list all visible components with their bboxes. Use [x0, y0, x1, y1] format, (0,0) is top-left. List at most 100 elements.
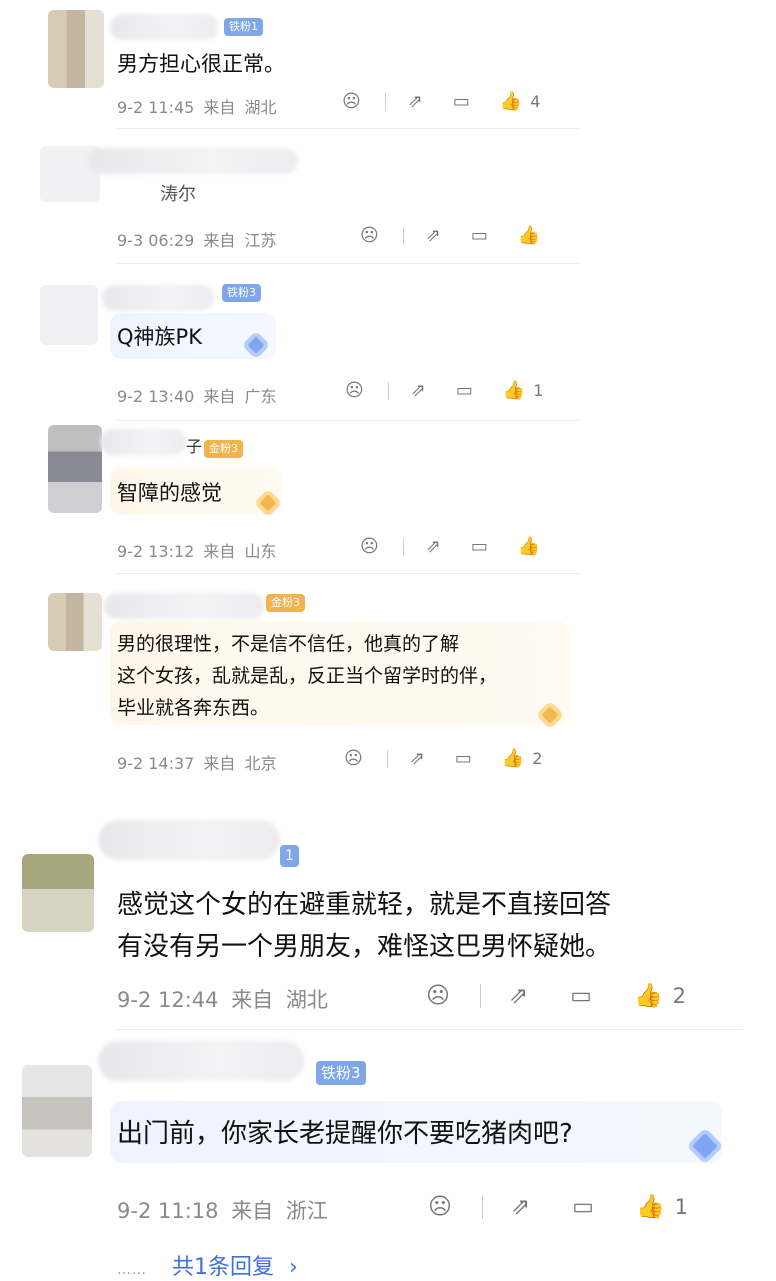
frown-face-icon[interactable]: ☹ — [344, 748, 363, 769]
avatar[interactable] — [48, 10, 104, 88]
share-icon[interactable]: ⇗ — [411, 380, 426, 401]
share-icon[interactable]: ⇗ — [410, 748, 425, 769]
avatar[interactable] — [40, 285, 98, 345]
comment-date: 9-2 13:40 — [117, 387, 195, 406]
comment-text: Q神族PK — [117, 325, 202, 349]
comment-text-line-1: 感觉这个女的在避重就轻，就是不直接回答 — [117, 890, 612, 920]
comment-meta: 9-2 11:45 来自 湖北 — [117, 94, 277, 118]
action-bar: ☹ ⇗ ▭ 👍 2 — [344, 748, 542, 769]
comment-text-line-2: 这个女孩，乱就是乱，反正当个留学时的伴， — [117, 665, 498, 687]
comment-date: 9-2 11:18 — [117, 1199, 219, 1223]
comment-icon[interactable]: ▭ — [572, 1194, 594, 1220]
thumbs-up-icon[interactable]: 👍 — [518, 225, 540, 246]
username-blurred[interactable] — [102, 285, 214, 311]
fan-badge: 铁粉1 — [224, 18, 263, 36]
share-icon[interactable]: ⇗ — [509, 983, 528, 1009]
from-label: 来自 — [231, 988, 274, 1012]
fan-badge: 1 — [280, 845, 299, 867]
comment-meta: 9-2 13:40 来自 广东 — [117, 383, 277, 407]
fan-badge: 金粉3 — [204, 440, 243, 458]
dots: …… — [117, 1262, 147, 1278]
divider — [402, 226, 404, 245]
comment-divider — [117, 420, 579, 421]
username-blurred[interactable] — [98, 820, 280, 860]
username-blurred[interactable] — [88, 148, 298, 174]
comment-date: 9-2 14:37 — [117, 754, 195, 773]
from-label: 来自 — [203, 231, 236, 250]
view-replies-label: 共1条回复 — [172, 1255, 274, 1280]
fan-badge: 铁粉3 — [316, 1061, 366, 1085]
avatar[interactable] — [48, 593, 102, 651]
action-bar: ☹ ⇗ ▭ 👍 — [360, 225, 540, 246]
comment-4: 子 金粉3 智障的感觉 9-2 13:12 来自 山东 ☹ ⇗ ▭ 👍 — [0, 423, 776, 575]
thumbs-up-icon[interactable]: 👍 — [502, 748, 524, 769]
thumbs-up-icon[interactable]: 👍 — [500, 91, 522, 112]
username-blurred[interactable] — [110, 14, 218, 40]
share-icon[interactable]: ⇗ — [426, 225, 441, 246]
comment-meta: 9-2 14:37 来自 北京 — [117, 750, 277, 774]
comment-divider — [117, 128, 579, 129]
like-count: 2 — [672, 983, 687, 1008]
frown-face-icon[interactable]: ☹ — [345, 380, 364, 401]
thumbs-up-icon[interactable]: 👍 — [636, 1193, 665, 1220]
thumbs-up-icon[interactable]: 👍 — [518, 536, 540, 557]
share-icon[interactable]: ⇗ — [426, 536, 441, 557]
action-bar: ☹ ⇗ ▭ 👍 4 — [342, 91, 540, 112]
action-bar: ☹ ⇗ ▭ 👍 1 — [428, 1193, 689, 1221]
username-blurred[interactable] — [100, 429, 186, 455]
divider — [384, 92, 386, 111]
comment-icon[interactable]: ▭ — [471, 225, 488, 246]
avatar[interactable] — [22, 1065, 92, 1157]
avatar[interactable] — [48, 425, 102, 513]
thumbs-up-icon[interactable]: 👍 — [503, 380, 525, 401]
divider — [402, 537, 404, 556]
like-count: 1 — [674, 1194, 689, 1219]
frown-face-icon[interactable]: ☹ — [360, 225, 379, 246]
region: 广东 — [244, 387, 277, 406]
comment-meta: 9-2 13:12 来自 山东 — [117, 538, 277, 562]
frown-face-icon[interactable]: ☹ — [342, 91, 361, 112]
username-blurred[interactable] — [98, 1041, 304, 1081]
comment-text-line-1: 男的很理性，不是信不信任，他真的了解 — [117, 633, 460, 655]
action-bar: ☹ ⇗ ▭ 👍 1 — [345, 380, 543, 401]
frown-face-icon[interactable]: ☹ — [360, 536, 379, 557]
divider — [386, 749, 388, 768]
fan-badge: 金粉3 — [266, 594, 305, 612]
divider — [481, 1194, 483, 1219]
comment-text: 男方担心很正常。 — [117, 52, 285, 76]
comment-1: 铁粉1 男方担心很正常。 9-2 11:45 来自 湖北 ☹ ⇗ ▭ 👍 4 — [0, 0, 776, 130]
comment-icon[interactable]: ▭ — [455, 748, 472, 769]
comment-icon[interactable]: ▭ — [471, 536, 488, 557]
comment-icon[interactable]: ▭ — [570, 983, 592, 1009]
comment-divider — [117, 263, 579, 264]
share-icon[interactable]: ⇗ — [511, 1194, 530, 1220]
from-label: 来自 — [231, 1199, 274, 1223]
frown-face-icon[interactable]: ☹ — [428, 1194, 452, 1220]
comment-3: 铁粉3 Q神族PK 9-2 13:40 来自 广东 ☹ ⇗ ▭ 👍 1 — [0, 275, 776, 423]
comment-text: 出门前，你家长老提醒你不要吃猪肉吧? — [117, 1119, 573, 1149]
region: 浙江 — [285, 1199, 328, 1223]
username-fragment: 子 — [186, 437, 203, 456]
divider — [387, 381, 389, 400]
comment-text: 智障的感觉 — [117, 481, 222, 505]
comment-2: 涛尔 9-3 06:29 来自 江苏 ☹ ⇗ ▭ 👍 — [0, 130, 776, 275]
comment-date: 9-2 11:45 — [117, 98, 195, 117]
view-replies-link[interactable]: …… 共1条回复 › — [117, 1249, 298, 1281]
username-blurred[interactable] — [104, 593, 264, 619]
comment-icon[interactable]: ▭ — [453, 91, 470, 112]
from-label: 来自 — [203, 98, 236, 117]
like-count: 2 — [532, 749, 543, 768]
username-fragment: 涛尔 — [160, 184, 196, 205]
comment-date: 9-2 12:44 — [117, 988, 219, 1012]
comment-date: 9-3 06:29 — [117, 231, 195, 250]
like-count: 1 — [533, 381, 544, 400]
share-icon[interactable]: ⇗ — [408, 91, 423, 112]
comment-7: 铁粉3 出门前，你家长老提醒你不要吃猪肉吧? 9-2 11:18 来自 浙江 ☹… — [0, 1035, 776, 1280]
from-label: 来自 — [203, 754, 236, 773]
thumbs-up-icon[interactable]: 👍 — [634, 982, 663, 1009]
region: 江苏 — [244, 231, 277, 250]
comment-meta: 9-2 11:18 来自 浙江 — [117, 1195, 328, 1225]
comment-icon[interactable]: ▭ — [456, 380, 473, 401]
frown-face-icon[interactable]: ☹ — [426, 983, 450, 1009]
avatar[interactable] — [22, 854, 94, 932]
